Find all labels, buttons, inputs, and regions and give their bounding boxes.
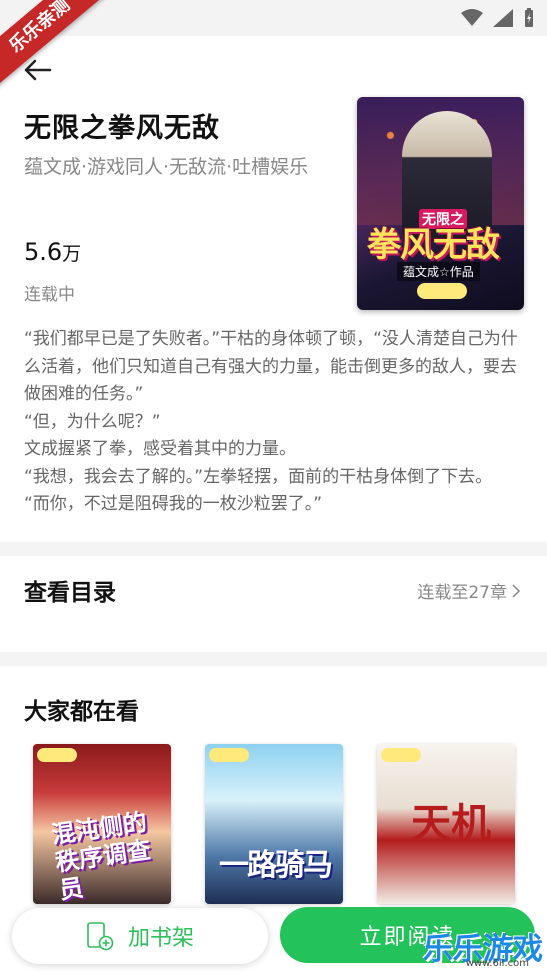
signal-icon bbox=[493, 9, 513, 27]
chevron-right-icon bbox=[512, 583, 521, 598]
publisher-logo bbox=[417, 283, 467, 299]
book-title: 无限之拳风无敌 bbox=[24, 113, 220, 144]
recommend-title: 大家都在看 bbox=[24, 699, 139, 725]
recommended-book-cover-text: 混沌侧的秩序调查员 bbox=[49, 808, 153, 904]
word-count-unit: 万 bbox=[62, 243, 82, 265]
cover-author: 蕴文成☆作品 bbox=[397, 262, 480, 281]
section-divider bbox=[0, 652, 547, 666]
recommended-book-cover-text: 一路骑马 bbox=[219, 848, 333, 883]
book-detail-page: 乐乐亲测 无限之拳风无敌 蕴文成·游戏同人·无敌流·吐槽娱乐 5.6万 连载中 … bbox=[0, 0, 547, 974]
publisher-logo bbox=[37, 748, 77, 762]
description-paragraph: “而你，不过是阻碍我的一枚沙粒罢了。” bbox=[24, 494, 323, 514]
publisher-logo bbox=[209, 748, 249, 762]
recommended-book-cover[interactable]: 混沌侧的秩序调查员 bbox=[33, 744, 171, 904]
cover-title-big: 拳风无敌 bbox=[367, 225, 500, 265]
description-paragraph: “我想，我会去了解的。”左拳轻摆，面前的干枯身体倒了下去。 bbox=[24, 466, 493, 487]
back-arrow-icon[interactable] bbox=[22, 58, 52, 82]
book-description[interactable]: “我们都早已是了失败者。”干枯的身体顿了顿，“没人清楚自己为什么活着，他们只知道… bbox=[24, 326, 524, 519]
description-paragraph: “我们都早已是了失败者。”干枯的身体顿了顿，“没人清楚自己为什么活着，他们只知道… bbox=[24, 329, 518, 404]
recommended-book-cover-text: 天机 bbox=[411, 801, 491, 847]
book-tags: 蕴文成·游戏同人·无敌流·吐槽娱乐 bbox=[24, 156, 309, 178]
battery-icon bbox=[525, 8, 533, 27]
word-count: 5.6万 bbox=[24, 238, 81, 266]
table-of-contents-row[interactable]: 查看目录 连载至27章 bbox=[0, 556, 547, 652]
recommended-book-cover[interactable]: 天机 bbox=[377, 744, 515, 904]
toc-progress-label: 连载至27章 bbox=[417, 583, 507, 603]
add-to-shelf-label: 加书架 bbox=[127, 926, 194, 951]
wifi-icon bbox=[461, 9, 483, 26]
serial-status: 连载中 bbox=[24, 285, 75, 305]
recommended-book-cover[interactable]: 一路骑马 bbox=[205, 744, 343, 904]
status-icons bbox=[461, 8, 535, 28]
toc-title: 查看目录 bbox=[24, 580, 116, 606]
section-divider bbox=[0, 542, 547, 556]
add-to-shelf-button[interactable]: 加书架 bbox=[12, 908, 268, 964]
watermark-url: www.6ll.com bbox=[465, 958, 529, 969]
add-book-icon bbox=[87, 922, 114, 951]
book-cover[interactable]: 无限之 拳风无敌 蕴文成☆作品 bbox=[357, 97, 524, 310]
description-paragraph: “但，为什么呢？” bbox=[24, 411, 161, 432]
toc-progress: 连载至27章 bbox=[417, 578, 521, 603]
publisher-logo bbox=[381, 748, 421, 762]
word-count-value: 5.6 bbox=[24, 238, 63, 266]
description-paragraph: 文成握紧了拳，感受着其中的力量。 bbox=[24, 439, 296, 459]
